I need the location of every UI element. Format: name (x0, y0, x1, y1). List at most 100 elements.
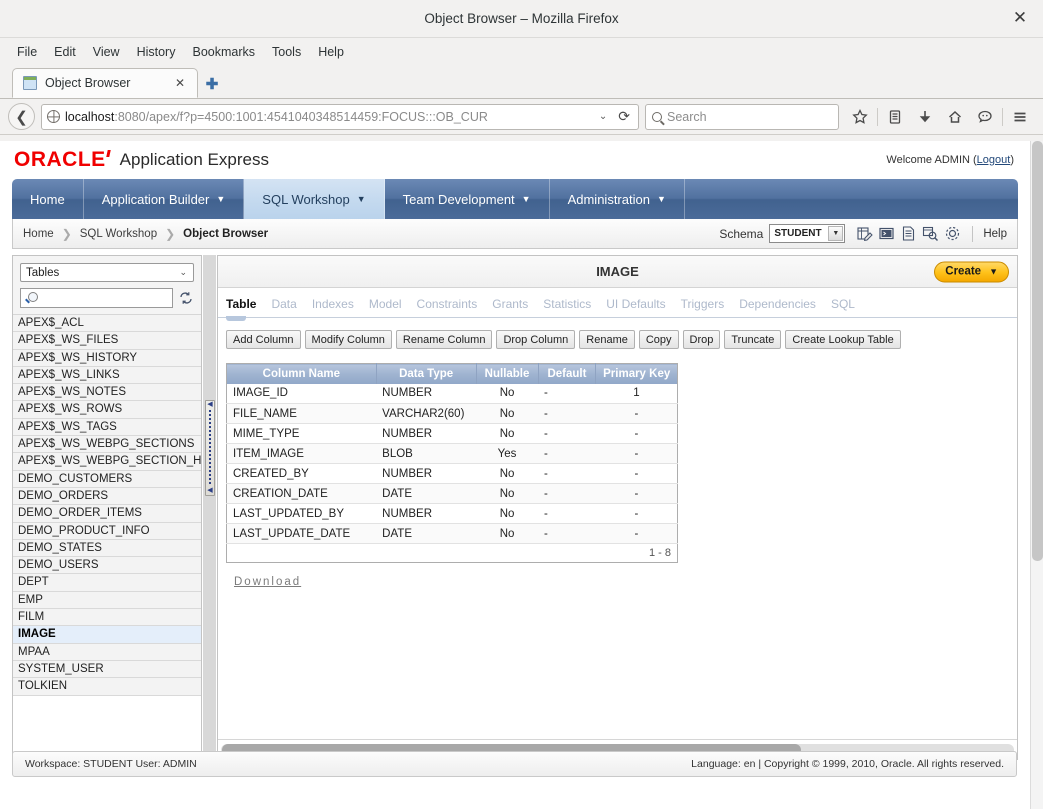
help-link[interactable]: Help (983, 228, 1007, 240)
back-arrow-icon[interactable]: ❮ (8, 103, 35, 130)
window-close-button[interactable]: ✕ (1009, 8, 1031, 30)
list-item[interactable]: DEMO_ORDERS (13, 487, 201, 506)
table-row[interactable]: LAST_UPDATE_DATE DATE No - - (226, 523, 678, 544)
list-item[interactable]: APEX$_WS_FILES (13, 332, 201, 350)
table-row[interactable]: ITEM_IMAGE BLOB Yes - - (226, 443, 678, 464)
menu-hamburger-icon[interactable] (1005, 103, 1035, 131)
chevron-down-icon[interactable]: ⌄ (596, 111, 610, 122)
column-header-column-name[interactable]: Column Name (226, 363, 377, 384)
drop-column-button[interactable]: Drop Column (496, 330, 576, 349)
page-vscroll-thumb[interactable] (1032, 141, 1043, 561)
panel-splitter[interactable]: ◀ ◀ (202, 255, 216, 760)
nav-tab-application-builder[interactable]: Application Builder ▼ (84, 179, 245, 219)
list-item[interactable]: APEX$_WS_HISTORY (13, 349, 201, 367)
query-builder-icon[interactable] (921, 224, 940, 243)
new-tab-button[interactable]: ✚ (198, 70, 226, 98)
tab-triggers[interactable]: Triggers (681, 297, 725, 317)
utilities-icon[interactable] (899, 224, 918, 243)
tab-table[interactable]: Table (226, 297, 256, 321)
column-header-data-type[interactable]: Data Type (376, 363, 477, 384)
home-icon[interactable] (940, 103, 970, 131)
list-item[interactable]: DEPT (13, 574, 201, 592)
list-item[interactable]: APEX$_WS_NOTES (13, 384, 201, 402)
logout-link[interactable]: Logout (977, 154, 1011, 166)
object-type-select[interactable]: Tables ⌄ (20, 263, 194, 282)
list-item[interactable]: APEX$_ACL (13, 315, 201, 333)
url-bar[interactable]: localhost:8080/apex/f?p=4500:1001:454104… (41, 103, 639, 130)
list-item[interactable]: TOLKIEN (13, 678, 201, 696)
tab-model[interactable]: Model (369, 297, 402, 317)
menu-view[interactable]: View (85, 42, 128, 62)
list-item[interactable]: APEX$_WS_LINKS (13, 366, 201, 385)
browser-tab-object-browser[interactable]: Object Browser ✕ (12, 68, 198, 98)
chat-icon[interactable] (970, 103, 1000, 131)
list-item[interactable]: MPAA (13, 643, 201, 661)
sql-commands-icon[interactable] (855, 224, 874, 243)
rename-column-button[interactable]: Rename Column (395, 330, 493, 349)
list-item[interactable]: DEMO_STATES (13, 539, 201, 558)
create-button[interactable]: Create ▼ (934, 261, 1009, 282)
list-item[interactable]: DEMO_USERS (13, 557, 201, 575)
table-row[interactable]: IMAGE_ID NUMBER No - 1 (226, 383, 678, 404)
reader-list-icon[interactable] (880, 103, 910, 131)
tab-data[interactable]: Data (271, 297, 296, 317)
table-row[interactable]: LAST_UPDATED_BY NUMBER No - - (226, 503, 678, 524)
copy-button[interactable]: Copy (638, 330, 679, 349)
object-list[interactable]: APEX$_ACL APEX$_WS_FILES APEX$_WS_HISTOR… (13, 315, 201, 759)
rename-button[interactable]: Rename (579, 330, 635, 349)
tab-indexes[interactable]: Indexes (312, 297, 354, 317)
bookmark-star-icon[interactable] (845, 103, 875, 131)
table-row[interactable]: CREATION_DATE DATE No - - (226, 483, 678, 504)
menu-history[interactable]: History (129, 42, 184, 62)
column-header-nullable[interactable]: Nullable (476, 363, 539, 384)
menu-help[interactable]: Help (310, 42, 352, 62)
list-item[interactable]: EMP (13, 591, 201, 610)
table-row[interactable]: CREATED_BY NUMBER No - - (226, 463, 678, 484)
refresh-icon[interactable] (178, 290, 194, 306)
tab-ui-defaults[interactable]: UI Defaults (606, 297, 665, 317)
drop-button[interactable]: Drop (682, 330, 721, 349)
tab-dependencies[interactable]: Dependencies (739, 297, 816, 317)
list-item[interactable]: APEX$_WS_TAGS (13, 418, 201, 437)
list-item[interactable]: FILM (13, 609, 201, 627)
sql-scripts-icon[interactable] (877, 224, 896, 243)
menu-bookmarks[interactable]: Bookmarks (184, 42, 263, 62)
list-item[interactable]: APEX$_WS_ROWS (13, 401, 201, 419)
splitter-handle[interactable]: ◀ ◀ (205, 400, 215, 496)
tab-grants[interactable]: Grants (492, 297, 528, 317)
list-item[interactable]: DEMO_PRODUCT_INFO (13, 522, 201, 540)
nav-tab-team-development[interactable]: Team Development ▼ (385, 179, 550, 219)
modify-column-button[interactable]: Modify Column (304, 330, 392, 349)
list-item[interactable]: SYSTEM_USER (13, 660, 201, 679)
tab-sql[interactable]: SQL (831, 297, 855, 317)
list-item[interactable]: APEX$_WS_WEBPG_SECTIONS (13, 436, 201, 454)
breadcrumb-sql-workshop[interactable]: SQL Workshop (80, 228, 157, 240)
object-search-input[interactable] (20, 288, 173, 308)
list-item[interactable]: DEMO_ORDER_ITEMS (13, 505, 201, 523)
truncate-button[interactable]: Truncate (724, 330, 782, 349)
nav-tab-sql-workshop[interactable]: SQL Workshop ▼ (244, 179, 385, 219)
list-item-selected[interactable]: IMAGE (13, 626, 201, 644)
nav-tab-home[interactable]: Home (12, 179, 84, 219)
column-header-primary-key[interactable]: Primary Key (595, 363, 678, 384)
create-lookup-table-button[interactable]: Create Lookup Table (785, 330, 901, 349)
reload-icon[interactable]: ⟳ (615, 108, 633, 125)
page-vertical-scrollbar[interactable] (1030, 141, 1043, 809)
browser-search-box[interactable]: Search (645, 103, 839, 130)
tab-constraints[interactable]: Constraints (417, 297, 478, 317)
table-row[interactable]: MIME_TYPE NUMBER No - - (226, 423, 678, 444)
list-item[interactable]: DEMO_CUSTOMERS (13, 470, 201, 488)
menu-file[interactable]: File (9, 42, 45, 62)
download-link[interactable]: Download (234, 576, 301, 588)
settings-gear-icon[interactable] (943, 224, 962, 243)
nav-tab-administration[interactable]: Administration ▼ (550, 179, 685, 219)
add-column-button[interactable]: Add Column (226, 330, 301, 349)
table-row[interactable]: FILE_NAME VARCHAR2(60) No - - (226, 403, 678, 424)
menu-tools[interactable]: Tools (264, 42, 309, 62)
close-tab-icon[interactable]: ✕ (171, 76, 189, 90)
downloads-icon[interactable] (910, 103, 940, 131)
column-header-default[interactable]: Default (538, 363, 597, 384)
menu-edit[interactable]: Edit (46, 42, 84, 62)
tab-statistics[interactable]: Statistics (543, 297, 591, 317)
schema-select[interactable]: STUDENT ▼ (769, 224, 846, 243)
